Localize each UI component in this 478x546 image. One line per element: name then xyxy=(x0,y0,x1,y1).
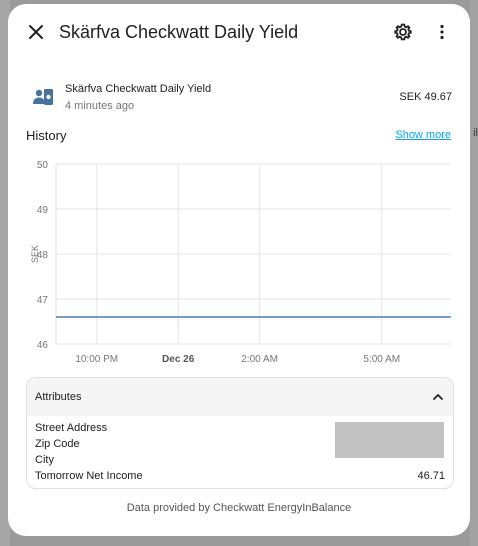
y-tick-label: 46 xyxy=(37,340,49,351)
x-tick-label: 5:00 AM xyxy=(363,354,400,365)
history-heading: History xyxy=(26,128,67,143)
attribute-value-net-income: 46.71 xyxy=(417,470,445,482)
settings-button[interactable] xyxy=(391,20,415,44)
y-tick-label: 47 xyxy=(37,295,49,306)
y-tick-label: 49 xyxy=(37,205,49,216)
attributes-panel: Attributes Street Address Zip Code City … xyxy=(26,377,454,489)
redacted-address-block xyxy=(335,422,444,458)
dots-vertical-icon xyxy=(440,24,444,40)
close-icon xyxy=(29,25,43,39)
history-chart: 504948474610:00 PM Dec 26 2:00 AM 5:00 AMSE… xyxy=(30,160,451,365)
y-tick-label: 50 xyxy=(37,160,49,171)
attribute-key-net-income: Tomorrow Net Income xyxy=(35,470,143,482)
close-button[interactable] xyxy=(24,20,48,44)
x-tick-label: Dec 26 xyxy=(162,354,195,365)
attribute-key-street: Street Address xyxy=(35,422,108,434)
entity-last-changed: 4 minutes ago xyxy=(65,100,135,112)
x-tick-label: 10:00 PM xyxy=(75,354,118,365)
more-options-button[interactable] xyxy=(430,20,454,44)
x-tick-label: 2:00 AM xyxy=(241,354,278,365)
background-text: il xyxy=(473,127,478,139)
background-right-edge xyxy=(470,0,478,546)
more-info-dialog: Skärfva Checkwatt Daily Yield Skärfva Ch… xyxy=(8,4,470,536)
cash-register-icon xyxy=(33,89,53,105)
show-more-link[interactable]: Show more xyxy=(395,129,451,141)
attribution-footer: Data provided by Checkwatt EnergyInBalan… xyxy=(126,502,352,514)
attribute-key-city: City xyxy=(35,454,54,466)
entity-state-value: SEK 49.67 xyxy=(399,91,452,103)
y-axis-label: SEK xyxy=(30,245,40,263)
entity-name: Skärfva Checkwatt Daily Yield xyxy=(65,83,212,95)
attributes-title: Attributes xyxy=(35,391,82,403)
dialog-title: Skärfva Checkwatt Daily Yield xyxy=(59,22,299,42)
attributes-header[interactable]: Attributes xyxy=(27,378,453,416)
entity-state-row: Skärfva Checkwatt Daily Yield 4 minutes … xyxy=(8,76,470,120)
dialog-header: Skärfva Checkwatt Daily Yield xyxy=(8,4,470,62)
gear-icon xyxy=(394,23,412,41)
chevron-up-icon xyxy=(433,393,443,400)
attribute-key-zip: Zip Code xyxy=(35,438,80,450)
